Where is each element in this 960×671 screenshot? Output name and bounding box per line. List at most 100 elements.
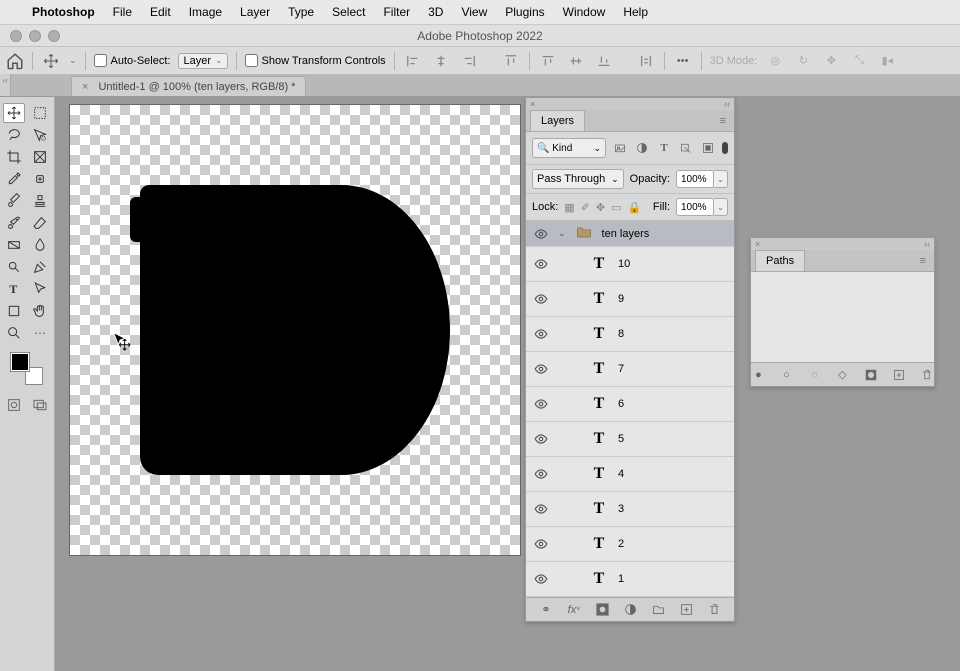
- layer-name[interactable]: 5: [618, 433, 624, 445]
- filter-toggle[interactable]: [722, 142, 728, 154]
- layer-item[interactable]: T1: [526, 562, 734, 597]
- layers-panel-header[interactable]: ×‹‹: [526, 98, 734, 110]
- delete-layer-icon[interactable]: [707, 603, 721, 617]
- dodge-tool[interactable]: [3, 257, 25, 277]
- layer-item[interactable]: T6: [526, 387, 734, 422]
- layer-name[interactable]: 9: [618, 293, 624, 305]
- auto-select-checkbox[interactable]: Auto-Select:: [94, 54, 171, 67]
- healing-tool[interactable]: [29, 169, 51, 189]
- show-transform-checkbox[interactable]: Show Transform Controls: [245, 54, 386, 67]
- layer-item[interactable]: T8: [526, 317, 734, 352]
- layer-fx-icon[interactable]: fx˅: [567, 603, 581, 617]
- menu-3d[interactable]: 3D: [428, 5, 443, 19]
- lock-position-icon[interactable]: ✥: [596, 201, 605, 214]
- align-left-icon[interactable]: [403, 51, 423, 71]
- visibility-icon[interactable]: [534, 257, 548, 271]
- menu-window[interactable]: Window: [563, 5, 606, 19]
- auto-select-target-dropdown[interactable]: Layer⌄: [178, 53, 227, 69]
- minimize-window-button[interactable]: [29, 30, 41, 42]
- app-name[interactable]: Photoshop: [32, 5, 95, 19]
- add-mask-icon[interactable]: [595, 603, 609, 617]
- align-hcenter-icon[interactable]: [431, 51, 451, 71]
- lock-transparency-icon[interactable]: ▦: [564, 201, 574, 214]
- layer-group[interactable]: ⌄ ten layers: [526, 221, 734, 247]
- crop-tool[interactable]: [3, 147, 25, 167]
- menu-file[interactable]: File: [113, 5, 132, 19]
- gradient-tool[interactable]: [3, 235, 25, 255]
- layer-name[interactable]: 4: [618, 468, 624, 480]
- close-tab-icon[interactable]: ×: [82, 81, 88, 93]
- group-name[interactable]: ten layers: [602, 228, 650, 240]
- filter-smart-icon[interactable]: [700, 140, 716, 156]
- filter-adjust-icon[interactable]: [634, 140, 650, 156]
- home-icon[interactable]: [6, 52, 24, 70]
- layer-item[interactable]: T4: [526, 457, 734, 492]
- layer-item[interactable]: T2: [526, 527, 734, 562]
- move-tool[interactable]: [3, 103, 25, 123]
- hand-tool[interactable]: [29, 301, 51, 321]
- layer-filter-dropdown[interactable]: 🔍 Kind⌄: [532, 138, 606, 158]
- marquee-tool[interactable]: [29, 103, 51, 123]
- visibility-icon[interactable]: [534, 572, 548, 586]
- menu-edit[interactable]: Edit: [150, 5, 171, 19]
- filter-pixel-icon[interactable]: [612, 140, 628, 156]
- lock-all-icon[interactable]: 🔒: [628, 201, 642, 214]
- collapse-handle[interactable]: ‹‹: [0, 74, 11, 96]
- zoom-window-button[interactable]: [48, 30, 60, 42]
- visibility-icon[interactable]: [534, 432, 548, 446]
- color-swatches[interactable]: [11, 353, 43, 385]
- lock-artboard-icon[interactable]: ▭: [611, 201, 621, 214]
- 3d-camera-icon[interactable]: ▮◂: [877, 51, 897, 71]
- lock-pixels-icon[interactable]: ✐: [581, 201, 590, 214]
- layer-name[interactable]: 2: [618, 538, 624, 550]
- fill-path-icon[interactable]: ●: [752, 368, 766, 382]
- foreground-color[interactable]: [11, 353, 29, 371]
- menu-filter[interactable]: Filter: [383, 5, 410, 19]
- menu-help[interactable]: Help: [623, 5, 648, 19]
- new-adjustment-icon[interactable]: [623, 603, 637, 617]
- edit-toolbar[interactable]: ⋯: [29, 323, 51, 343]
- paths-panel-header[interactable]: ×‹‹: [751, 238, 934, 250]
- visibility-icon[interactable]: [534, 467, 548, 481]
- stamp-tool[interactable]: [29, 191, 51, 211]
- menu-type[interactable]: Type: [288, 5, 314, 19]
- opacity-input[interactable]: 100%: [676, 170, 714, 188]
- close-panel-icon[interactable]: ×: [530, 99, 535, 109]
- visibility-icon[interactable]: [534, 397, 548, 411]
- layer-item[interactable]: T10: [526, 247, 734, 282]
- eraser-tool[interactable]: [29, 213, 51, 233]
- distribute-top-icon[interactable]: [538, 51, 558, 71]
- screenmode-toggle[interactable]: [29, 395, 51, 415]
- layer-name[interactable]: 10: [618, 258, 630, 270]
- quick-select-tool[interactable]: [29, 125, 51, 145]
- document-canvas[interactable]: [70, 105, 520, 555]
- visibility-icon[interactable]: [534, 362, 548, 376]
- align-right-icon[interactable]: [459, 51, 479, 71]
- visibility-icon[interactable]: [534, 502, 548, 516]
- layer-name[interactable]: 3: [618, 503, 624, 515]
- link-layers-icon[interactable]: ⚭: [539, 603, 553, 617]
- stroke-path-icon[interactable]: ○: [780, 368, 794, 382]
- add-mask-path-icon[interactable]: [864, 368, 878, 382]
- eyedropper-tool[interactable]: [3, 169, 25, 189]
- close-panel-icon[interactable]: ×: [755, 239, 760, 249]
- blend-mode-dropdown[interactable]: Pass Through⌄: [532, 169, 624, 189]
- more-options-icon[interactable]: •••: [673, 51, 693, 71]
- filter-type-icon[interactable]: T: [656, 140, 672, 156]
- path-select-tool[interactable]: [29, 279, 51, 299]
- document-tab[interactable]: × Untitled-1 @ 100% (ten layers, RGB/8) …: [71, 76, 306, 96]
- 3d-roll-icon[interactable]: ↻: [793, 51, 813, 71]
- blur-tool[interactable]: [29, 235, 51, 255]
- distribute-spacing-icon[interactable]: [636, 51, 656, 71]
- layer-item[interactable]: T9: [526, 282, 734, 317]
- paths-tab[interactable]: Paths: [755, 250, 805, 271]
- menu-layer[interactable]: Layer: [240, 5, 270, 19]
- fill-caret[interactable]: ⌄: [714, 198, 728, 216]
- group-caret-icon[interactable]: ⌄: [558, 228, 566, 239]
- tool-preset-caret[interactable]: ⌄: [69, 55, 77, 66]
- new-layer-icon[interactable]: [679, 603, 693, 617]
- align-top-icon[interactable]: [501, 51, 521, 71]
- shape-tool[interactable]: [3, 301, 25, 321]
- delete-path-icon[interactable]: [920, 368, 934, 382]
- canvas-area[interactable]: ×‹‹ Layers ≡ 🔍 Kind⌄ T Pas: [55, 97, 960, 671]
